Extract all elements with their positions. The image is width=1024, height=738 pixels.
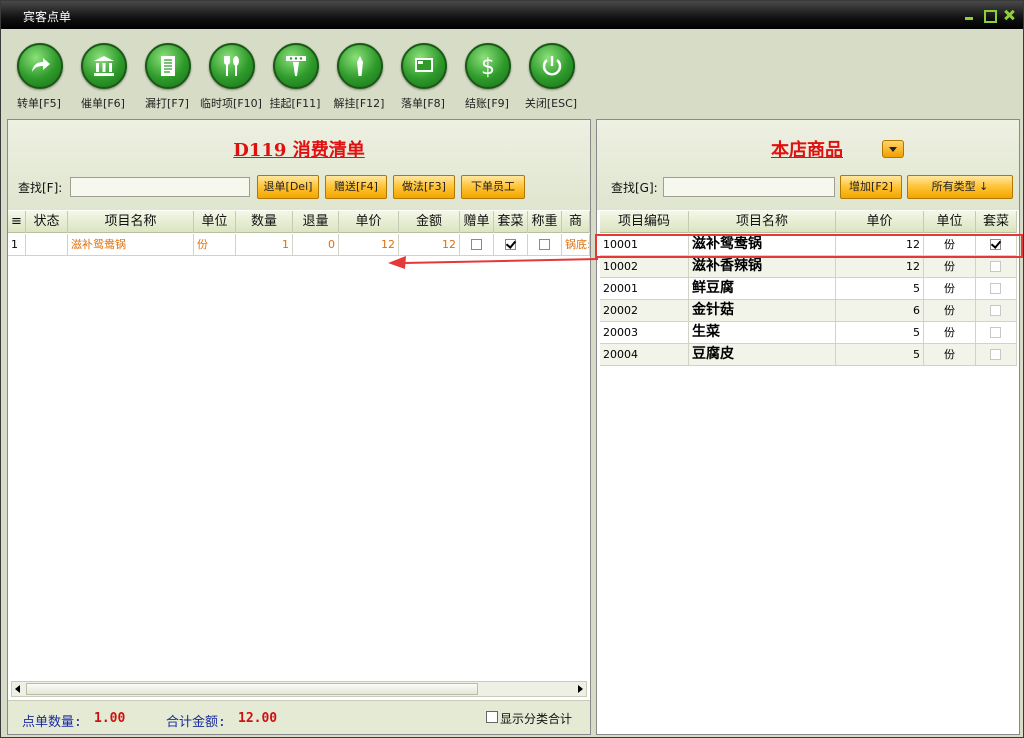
set-meal-checkbox[interactable] [990,239,1001,250]
cutlery-icon [209,43,255,89]
order-list-title: D119 消费清单 [233,140,365,161]
product-search-input[interactable] [663,177,835,197]
order-total-value: 12.00 [238,711,278,726]
cooking-method-button[interactable]: 做法[F3] [393,175,455,199]
col-extra[interactable]: 商 [562,211,590,233]
close-button[interactable]: 关闭[ESC] [519,39,583,115]
close-icon[interactable] [1003,9,1015,21]
table-row[interactable]: 10001 滋补鸳鸯锅 12 份 [600,234,1017,256]
table-row[interactable]: 20004 豆腐皮 5 份 [600,344,1017,366]
title-bar: 宾客点单 [1,1,1023,29]
window-title: 宾客点单 [23,10,72,24]
col-product-unit[interactable]: 单位 [924,211,976,233]
col-product-name[interactable]: 项目名称 [689,211,836,233]
order-table-header: ≡ 状态 项目名称 单位 数量 退量 单价 金额 赠单 套菜 称重 商 [8,211,590,233]
table-row[interactable]: 20001 鲜豆腐 5 份 [600,278,1017,300]
gift-button[interactable]: 赠送[F4] [325,175,387,199]
transfer-order-button[interactable]: 转单[F5] [7,39,71,115]
svg-text:$: $ [481,55,495,78]
checkout-button[interactable]: $ 结账[F9] [455,39,519,115]
screen-icon [401,43,447,89]
bank-icon [81,43,127,89]
table-row[interactable]: 1 滋补鸳鸯锅 份 1 0 12 12 锅底: [8,234,590,256]
col-status[interactable]: 状态 [26,211,68,233]
order-summary-bar: 点单数量: 1.00 合计金额: 12.00 显示分类合计 [8,700,590,734]
reprint-button[interactable]: 漏打[F7] [135,39,199,115]
order-count-label: 点单数量: [22,715,82,730]
order-staff-button[interactable]: 下单员工 [461,175,525,199]
power-icon [529,43,575,89]
order-search-label: 查找[F]: [18,181,63,195]
product-table-header: 项目编码 项目名称 单价 单位 套菜 [600,211,1017,233]
set-meal-checkbox[interactable] [990,349,1001,360]
scroll-right-icon[interactable] [578,685,583,693]
dollar-icon: $ [465,43,511,89]
col-amount[interactable]: 金额 [399,211,460,233]
gift-checkbox[interactable] [471,239,482,250]
table-row[interactable]: 10002 滋补香辣锅 12 份 [600,256,1017,278]
col-set-meal[interactable]: 套菜 [494,211,528,233]
toolbar: 转单[F5] 催单[F6] 漏打[F7] 临时项[F10] 挂起[F11] 解挂… [3,31,1021,117]
set-meal-checkbox[interactable] [990,283,1001,294]
order-list-header: D119 消费清单 查找[F]: 退单[Del] 赠送[F4] 做法[F3] 下… [8,120,590,210]
col-item-name[interactable]: 项目名称 [68,211,194,233]
col-index[interactable]: ≡ [8,211,26,233]
order-search-input[interactable] [70,177,250,197]
temp-item-button[interactable]: 临时项[F10] [199,39,263,115]
scroll-left-icon[interactable] [15,685,20,693]
hang-icon [273,43,319,89]
col-price[interactable]: 单价 [339,211,399,233]
suspend-button[interactable]: 挂起[F11] [263,39,327,115]
product-header: 本店商品 查找[G]: 增加[F2] 所有类型 ↓ [597,120,1019,210]
col-gift[interactable]: 赠单 [460,211,494,233]
col-item-code[interactable]: 项目编码 [600,211,689,233]
scroll-thumb[interactable] [26,683,478,695]
set-meal-checkbox[interactable] [990,327,1001,338]
add-item-button[interactable]: 增加[F2] [840,175,902,199]
order-list-panel: D119 消费清单 查找[F]: 退单[Del] 赠送[F4] 做法[F3] 下… [7,119,591,735]
table-row[interactable]: 20002 金针菇 6 份 [600,300,1017,322]
minimize-icon[interactable] [963,9,975,21]
weigh-checkbox[interactable] [539,239,550,250]
category-filter-button[interactable]: 所有类型 ↓ [907,175,1013,199]
set-meal-checkbox[interactable] [505,239,516,250]
order-total-label: 合计金额: [166,715,226,730]
order-count-value: 1.00 [94,711,126,726]
horizontal-scrollbar[interactable] [11,681,587,697]
set-meal-checkbox[interactable] [990,305,1001,316]
rush-order-button[interactable]: 催单[F6] [71,39,135,115]
col-return-qty[interactable]: 退量 [293,211,339,233]
product-title: 本店商品 [771,140,843,161]
return-order-button[interactable]: 退单[Del] [257,175,319,199]
order-window: 宾客点单 转单[F5] 催单[F6] 漏打[F7] 临时项[F10] 挂起[F1… [0,0,1024,738]
show-category-checkbox[interactable] [486,711,498,723]
set-meal-checkbox[interactable] [990,261,1001,272]
document-icon [145,43,191,89]
col-quantity[interactable]: 数量 [236,211,293,233]
product-search-label: 查找[G]: [611,181,658,195]
product-panel: 本店商品 查找[G]: 增加[F2] 所有类型 ↓ 项目编码 项目名称 单价 单… [596,119,1020,735]
show-category-label: 显示分类合计 [500,712,573,726]
unhang-icon [337,43,383,89]
table-row[interactable]: 20003 生菜 5 份 [600,322,1017,344]
chevron-down-icon[interactable] [882,140,904,158]
col-product-price[interactable]: 单价 [836,211,924,233]
col-product-set[interactable]: 套菜 [976,211,1017,233]
col-unit[interactable]: 单位 [194,211,236,233]
forward-arrow-icon [17,43,63,89]
resume-button[interactable]: 解挂[F12] [327,39,391,115]
maximize-icon[interactable] [983,9,997,23]
col-weigh[interactable]: 称重 [528,211,562,233]
place-order-button[interactable]: 落单[F8] [391,39,455,115]
